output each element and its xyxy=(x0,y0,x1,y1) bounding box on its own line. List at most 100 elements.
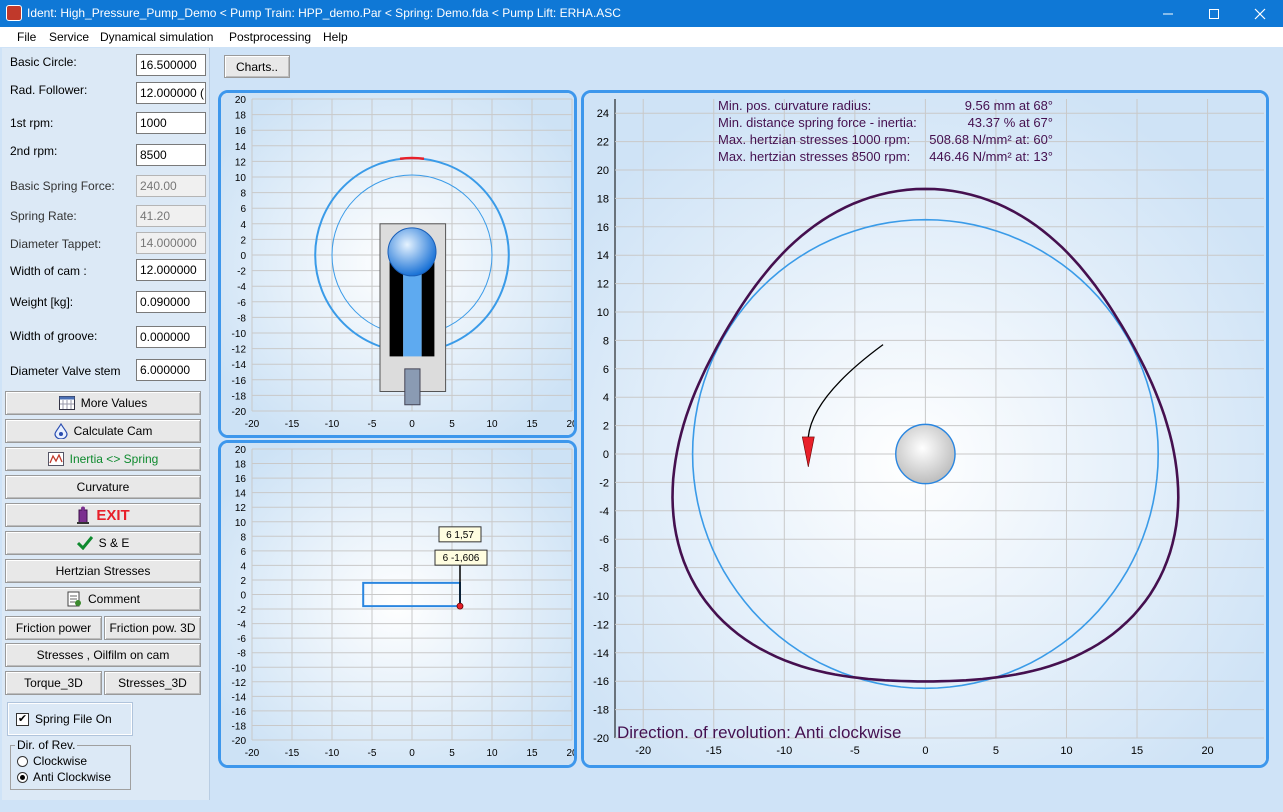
follower-y-tick-label: 0 xyxy=(240,251,246,262)
close-button[interactable] xyxy=(1237,0,1283,27)
contact-y-tick-label: -18 xyxy=(232,721,247,732)
follower-y-tick-label: -16 xyxy=(232,376,247,387)
contact-y-tick-label: -4 xyxy=(237,620,246,631)
contact-y-tick-label: 14 xyxy=(235,489,247,500)
inertia-spring-button[interactable]: Inertia <> Spring xyxy=(5,447,201,471)
contact-y-tick-label: -20 xyxy=(232,736,247,747)
follower-y-tick-label: 4 xyxy=(240,220,246,231)
friction-power-button[interactable]: Friction power xyxy=(5,616,102,640)
basic-spring-force-input: 240.00 xyxy=(136,175,206,197)
menu-service[interactable]: Service xyxy=(49,30,89,44)
title-bar: Ident: High_Pressure_Pump_Demo < Pump Tr… xyxy=(0,0,1283,27)
follower-y-tick-label: -6 xyxy=(237,298,246,309)
spring-file-checkbox[interactable]: ✔ Spring File On xyxy=(8,703,132,735)
charts-button[interactable]: Charts.. xyxy=(224,55,290,78)
hertzian-stresses-label: Hertzian Stresses xyxy=(55,564,151,578)
tooltip-text-1: 6 1,57 xyxy=(446,530,474,541)
cam-y-tick-label: 4 xyxy=(603,392,609,404)
s-and-e-label: S & E xyxy=(98,536,130,550)
s-and-e-button[interactable]: S & E xyxy=(5,531,201,555)
cam-x-tick-label: 0 xyxy=(922,745,928,757)
basic-circle-input[interactable]: 16.500000 xyxy=(136,54,206,76)
menu-file[interactable]: File xyxy=(17,30,36,44)
menu-postprocessing[interactable]: Postprocessing xyxy=(229,30,311,44)
minimize-button[interactable] xyxy=(1145,0,1191,27)
valve-stem xyxy=(404,368,421,406)
calculate-cam-label: Calculate Cam xyxy=(73,424,153,438)
follower-y-tick-label: -2 xyxy=(237,267,246,278)
basic-spring-force-label: Basic Spring Force: xyxy=(10,179,115,193)
cam-y-tick-label: -18 xyxy=(593,705,609,717)
width-of-cam-input[interactable]: 12.000000 xyxy=(136,259,206,281)
cam-y-tick-label: -14 xyxy=(593,648,609,660)
cam-profile-panel: 24 22 20 18 16 14 12 10 8 6 4 2 0 -2 -4 -6 -8 -10 -12 -14 -1… xyxy=(581,90,1269,768)
rad-follower-label: Rad. Follower: xyxy=(10,83,88,97)
cam-x-tick-label: -15 xyxy=(706,745,722,757)
maximize-button[interactable] xyxy=(1191,0,1237,27)
follower-x-tick-label: -5 xyxy=(368,419,377,430)
contact-x-tick-label: 10 xyxy=(486,748,498,759)
hertzian-stresses-button[interactable]: Hertzian Stresses xyxy=(5,559,201,583)
follower-y-tick-label: 8 xyxy=(240,189,246,200)
contact-point-chart: 20181614121086420-2-4-6-8-10-12-14-16-18… xyxy=(221,443,574,765)
follower-x-tick-label: 0 xyxy=(409,419,415,430)
friction-power-3d-label: Friction pow. 3D xyxy=(109,621,196,635)
contact-x-tick-label: 5 xyxy=(449,748,455,759)
contact-y-tick-label: -16 xyxy=(232,707,247,718)
menu-dynamical-simulation[interactable]: Dynamical simulation xyxy=(100,30,213,44)
comment-button[interactable]: Comment xyxy=(5,587,201,611)
contact-arc xyxy=(399,156,425,161)
cam-y-tick-label: -20 xyxy=(593,733,609,745)
info-label: Min. distance spring force - inertia: xyxy=(718,115,917,130)
contact-x-tick-label: 15 xyxy=(526,748,538,759)
contact-y-tick-label: 10 xyxy=(235,518,247,529)
first-rpm-input[interactable]: 1000 xyxy=(136,112,206,134)
window-title: Ident: High_Pressure_Pump_Demo < Pump Tr… xyxy=(27,6,621,20)
radio-clockwise[interactable]: Clockwise xyxy=(17,754,87,768)
maximize-icon xyxy=(1209,8,1219,19)
cam-x-tick-label: -20 xyxy=(635,745,651,757)
torque-3d-button[interactable]: Torque_3D xyxy=(5,671,102,695)
calculate-cam-button[interactable]: Calculate Cam xyxy=(5,419,201,443)
follower-y-tick-label: 16 xyxy=(235,126,247,137)
friction-power-label: Friction power xyxy=(15,621,92,635)
friction-power-3d-button[interactable]: Friction pow. 3D xyxy=(104,616,201,640)
cam-y-tick-label: 10 xyxy=(597,307,609,319)
cam-x-tick-label: -10 xyxy=(776,745,792,757)
stresses-oilfilm-label: Stresses , Oilfilm on cam xyxy=(36,648,170,662)
follower-y-tick-label: 14 xyxy=(235,142,247,153)
rad-follower-input[interactable]: 12.000000 ( xyxy=(136,82,206,104)
second-rpm-input[interactable]: 8500 xyxy=(136,144,206,166)
weight-input[interactable]: 0.090000 xyxy=(136,291,206,313)
stresses-3d-button[interactable]: Stresses_3D xyxy=(104,671,201,695)
app-icon xyxy=(6,5,22,21)
more-values-button[interactable]: More Values xyxy=(5,391,201,415)
stresses-oilfilm-button[interactable]: Stresses , Oilfilm on cam xyxy=(5,643,201,667)
cam-y-tick-label: 18 xyxy=(597,193,609,205)
menu-help[interactable]: Help xyxy=(323,30,348,44)
follower-y-tick-label: 20 xyxy=(235,95,247,106)
info-label: Min. pos. curvature radius: xyxy=(718,98,871,113)
curvature-button[interactable]: Curvature xyxy=(5,475,201,499)
contact-x-tick-label: -15 xyxy=(285,748,300,759)
more-values-label: More Values xyxy=(80,396,148,410)
follower-x-tick-label: 5 xyxy=(449,419,455,430)
width-of-groove-input[interactable]: 0.000000 xyxy=(136,326,206,348)
torque-3d-label: Torque_3D xyxy=(24,676,83,690)
inertia-spring-label: Inertia <> Spring xyxy=(69,452,159,466)
document-icon xyxy=(66,591,82,607)
radio-anti-clockwise[interactable]: Anti Clockwise xyxy=(17,770,111,784)
contact-x-tick-label: -20 xyxy=(245,748,260,759)
info-value: 508.68 N/mm² at: 60° xyxy=(929,132,1053,147)
info-value: 9.56 mm at 68° xyxy=(965,98,1053,113)
follower-y-tick-label: -14 xyxy=(232,360,247,371)
follower-roller xyxy=(387,227,437,277)
exit-button[interactable]: EXIT xyxy=(5,503,201,527)
contact-point-marker xyxy=(456,602,464,610)
charts-label: Charts.. xyxy=(235,59,278,74)
diameter-valve-stem-input[interactable]: 6.000000 xyxy=(136,359,206,381)
radio-on-icon xyxy=(17,771,28,783)
follower-y-tick-label: 12 xyxy=(235,157,247,168)
drop-icon xyxy=(54,423,68,439)
diameter-valve-stem-label: Diameter Valve stem xyxy=(10,364,121,378)
